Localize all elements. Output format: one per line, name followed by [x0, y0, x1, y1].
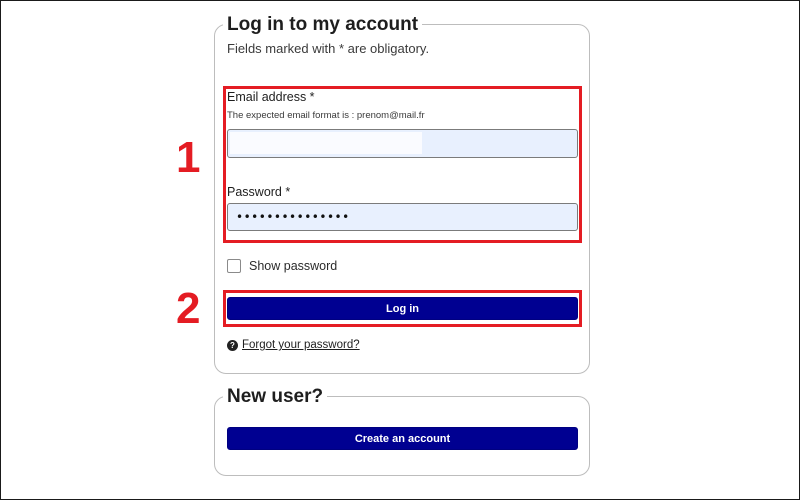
required-fields-hint: Fields marked with * are obligatory. [227, 41, 430, 56]
annotation-step-1: 1 [176, 133, 201, 182]
new-user-title: New user? [223, 386, 328, 408]
new-user-fieldset: New user? Create an account [214, 386, 590, 476]
question-circle-icon: ? [227, 339, 238, 351]
login-title: Log in to my account [223, 14, 423, 36]
show-password-label[interactable]: Show password [249, 259, 337, 273]
forgot-password-link[interactable]: Forgot your password? [242, 339, 360, 351]
show-password-checkbox[interactable] [227, 259, 241, 273]
show-password-row[interactable]: Show password [227, 259, 337, 273]
highlight-box-login-button [223, 290, 582, 327]
highlight-box-credentials [223, 86, 582, 243]
forgot-password-row[interactable]: ? Forgot your password? [227, 339, 360, 351]
annotation-step-2: 2 [176, 284, 201, 333]
login-fieldset: Log in to my account Fields marked with … [214, 14, 590, 374]
create-account-button[interactable]: Create an account [227, 427, 578, 450]
